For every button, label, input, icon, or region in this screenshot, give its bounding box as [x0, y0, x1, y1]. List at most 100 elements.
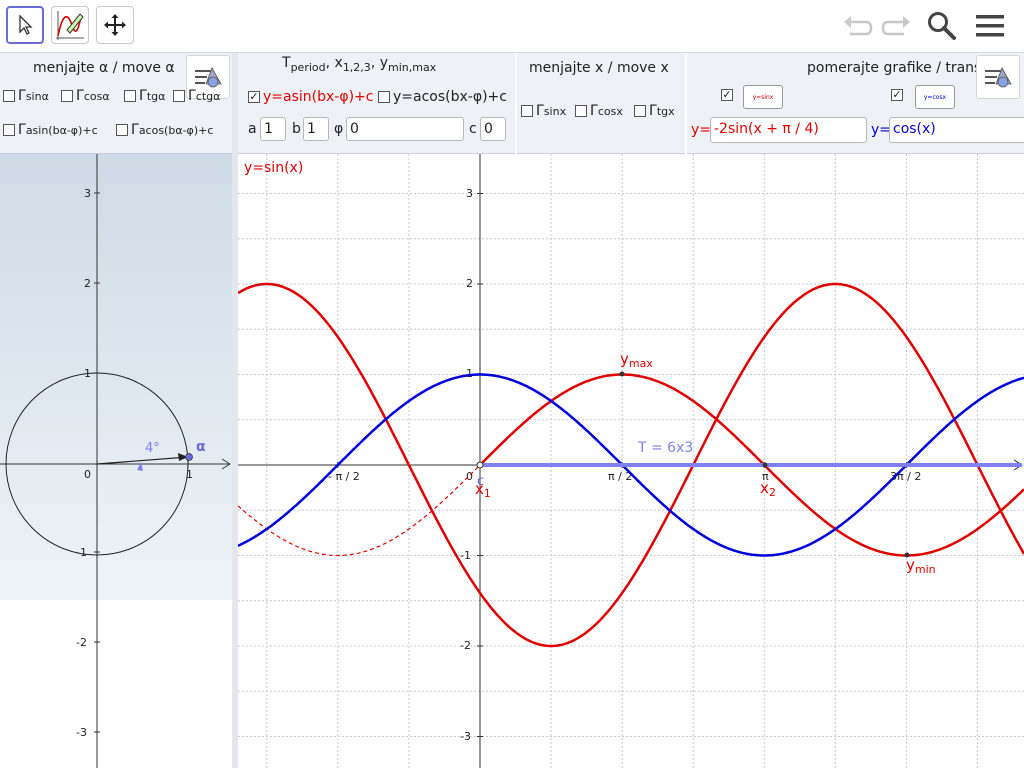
checkbox-sub: tgx: [656, 104, 675, 118]
button-y-sinx[interactable]: y=sinx: [743, 85, 783, 109]
point-x2[interactable]: [762, 462, 768, 468]
label-x2: x2: [760, 479, 776, 499]
checkbox-sub: sinx: [543, 104, 567, 118]
label-ymax: ymax: [620, 350, 653, 370]
x-tick-neg-pi-half: - π / 2: [328, 470, 360, 483]
left-y-tick-neg3: -3: [76, 726, 87, 739]
checkbox-label: y=acos(bx-φ)+c: [393, 89, 507, 105]
point-x1[interactable]: [476, 461, 484, 469]
checkbox-box-checked[interactable]: ✓: [891, 89, 903, 101]
point-ymax[interactable]: [619, 371, 625, 377]
point-alpha-label: α: [196, 439, 206, 455]
checkbox-ctg-alpha[interactable]: Γctgα: [173, 88, 220, 104]
checkbox-tgx[interactable]: Γtgx: [634, 103, 675, 119]
checkbox-show-cos[interactable]: ✓: [891, 89, 906, 101]
input-f-expression[interactable]: -2sin(x + π / 4): [710, 117, 867, 143]
main-menu-button[interactable]: [972, 8, 1008, 44]
y-tick-3: 3: [466, 187, 473, 200]
checkbox-acos[interactable]: y=acos(bx-φ)+c: [378, 89, 507, 105]
y-tick-neg1: -1: [460, 549, 471, 562]
function-inspector-button[interactable]: [51, 6, 89, 44]
checkbox-asin-alpha[interactable]: Γasin(bα-φ)+c: [3, 122, 98, 138]
checkbox-label: Γ: [131, 122, 139, 138]
left-view-background: [0, 154, 232, 600]
checkbox-label: Γ: [536, 103, 544, 119]
checkbox-cosx[interactable]: Γcosx: [575, 103, 623, 119]
input-a[interactable]: 1: [260, 117, 286, 141]
main-graph-svg: - π / 2 0 π / 2 π 3π / 2 3 2 1 -1 -2 -3 …: [238, 154, 1024, 768]
checkbox-sub: cosα: [83, 89, 110, 103]
checkbox-cos-alpha[interactable]: Γcosα: [61, 88, 110, 104]
input-b-label: b: [292, 121, 301, 137]
unit-circle-svg: 0 1 3 2 1 -1 -2 -3 4° α: [0, 154, 232, 768]
panel-general: Tperiod, x1,2,3, ymin,max ✓ y=asin(bx-φ)+…: [238, 53, 515, 154]
checkbox-label: Γ: [18, 122, 26, 138]
checkbox-label: Γ: [139, 88, 147, 104]
move-tool-button[interactable]: [6, 6, 44, 44]
title-x-sub: 1,2,3: [342, 60, 371, 74]
checkbox-label: Γ: [649, 103, 657, 119]
panel-angle: menjajte α / move α Γsinα Γcosα Γtgα Γct…: [0, 53, 232, 154]
left-y-tick-neg2: -2: [76, 636, 87, 649]
geogebra-app: menjajte α / move α Γsinα Γcosα Γtgα Γct…: [0, 0, 1024, 768]
redo-button[interactable]: [878, 8, 914, 44]
graph-pen-icon: [56, 11, 84, 40]
checkbox-label: Γ: [590, 103, 598, 119]
y-tick-neg3: -3: [460, 730, 471, 743]
x-tick-0: 0: [466, 470, 473, 483]
checkbox-box[interactable]: [3, 124, 15, 136]
search-icon: [928, 12, 956, 40]
checkbox-sub: sinα: [25, 89, 49, 103]
checkbox-sinx[interactable]: Γsinx: [521, 103, 566, 119]
checkbox-box[interactable]: [575, 105, 587, 117]
panel-x: menjajte x / move x Γsinx Γcosx Γtgx: [517, 53, 685, 154]
undo-icon: [844, 16, 873, 36]
checkbox-tg-alpha[interactable]: Γtgα: [124, 88, 165, 104]
checkbox-acos-alpha[interactable]: Γacos(bα-φ)+c: [116, 122, 213, 138]
undo-button[interactable]: [840, 8, 876, 44]
checkbox-asin[interactable]: ✓ y=asin(bx-φ)+c: [248, 89, 373, 105]
title-x: x: [334, 55, 343, 71]
style-bar-toggle-right[interactable]: [976, 55, 1020, 99]
y-tick-1: 1: [466, 367, 473, 380]
input-c[interactable]: 0: [480, 117, 506, 141]
checkbox-box[interactable]: [3, 90, 15, 102]
checkbox-box[interactable]: [116, 124, 128, 136]
checkbox-box[interactable]: [634, 105, 646, 117]
checkbox-sub: ctgα: [195, 89, 221, 103]
checkbox-box-checked[interactable]: ✓: [721, 89, 733, 101]
left-x-tick-0: 0: [84, 468, 91, 481]
input-b[interactable]: 1: [303, 117, 329, 141]
search-button[interactable]: [924, 8, 960, 44]
redo-icon: [881, 16, 910, 36]
move-graphics-view-button[interactable]: [96, 6, 134, 44]
toolbar: [0, 0, 1024, 53]
input-phi[interactable]: 0: [346, 117, 464, 141]
checkbox-label: Γ: [76, 88, 84, 104]
checkbox-box[interactable]: [521, 105, 533, 117]
checkbox-box[interactable]: [124, 90, 136, 102]
graphics-view-unit-circle[interactable]: 0 1 3 2 1 -1 -2 -3 4° α: [0, 154, 232, 768]
input-f-prefix: y=: [691, 122, 712, 138]
input-a-label: a: [248, 121, 257, 137]
input-c-label: c: [469, 121, 477, 137]
checkbox-sin-alpha[interactable]: Γsinα: [3, 88, 49, 104]
checkbox-box[interactable]: [61, 90, 73, 102]
title-y: y: [379, 55, 389, 71]
checkbox-show-sin[interactable]: ✓: [721, 89, 736, 101]
graphics-view-main[interactable]: - π / 2 0 π / 2 π 3π / 2 3 2 1 -1 -2 -3 …: [238, 154, 1024, 768]
checkbox-box-checked[interactable]: ✓: [248, 91, 260, 103]
panel-x-title: menjajte x / move x: [529, 60, 669, 76]
checkbox-label: y=asin(bx-φ)+c: [263, 89, 374, 105]
title-t: T: [282, 55, 291, 71]
graph-label-y-sin-x: y=sin(x): [244, 160, 303, 176]
point-alpha[interactable]: [185, 453, 193, 461]
checkbox-box[interactable]: [378, 91, 390, 103]
label-c: c: [477, 474, 484, 489]
checkbox-box[interactable]: [173, 90, 185, 102]
input-g-prefix: y=: [871, 122, 892, 138]
checkbox-sub: tgα: [146, 89, 166, 103]
input-g-expression[interactable]: cos(x): [889, 117, 1024, 143]
input-phi-label: φ: [334, 121, 344, 137]
button-y-cosx[interactable]: y=cosx: [915, 85, 955, 109]
